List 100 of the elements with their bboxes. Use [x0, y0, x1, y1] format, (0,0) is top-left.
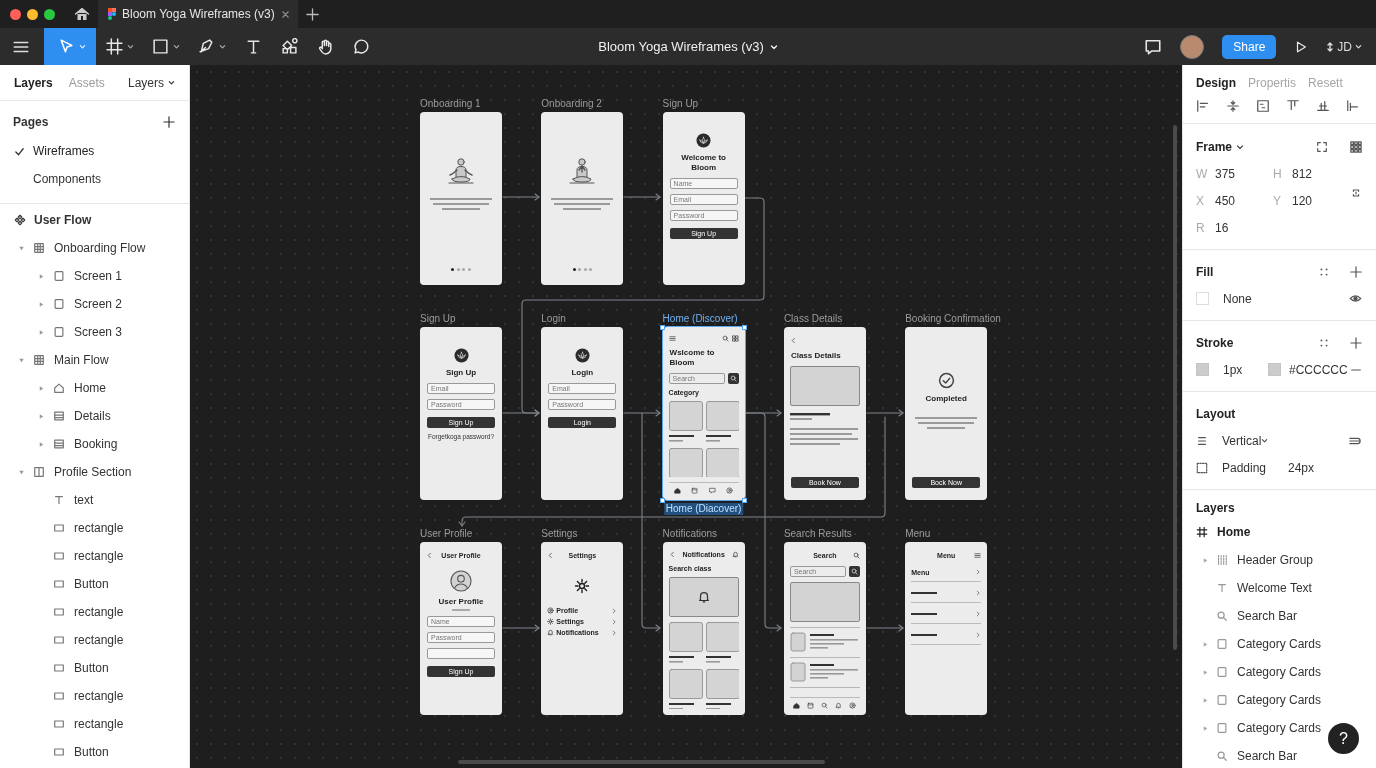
property-value: 120: [1292, 193, 1313, 208]
plus-icon[interactable]: [1350, 336, 1362, 349]
color-swatch[interactable]: [1268, 363, 1281, 376]
section-title: Stroke: [1196, 335, 1234, 350]
chevron-icon: [975, 632, 982, 638]
caret-icon[interactable]: [769, 42, 778, 51]
caret-icon[interactable]: [1261, 437, 1269, 444]
layer-row[interactable]: Button: [0, 570, 189, 598]
layer-row[interactable]: Search Bar: [1196, 742, 1298, 768]
property-field[interactable]: X 450: [1196, 187, 1273, 214]
eye-icon[interactable]: [1349, 292, 1362, 305]
layer-row[interactable]: Button: [0, 738, 189, 766]
layer-row[interactable]: rectangle: [0, 626, 189, 654]
layer-row[interactable]: rectangle: [0, 542, 189, 570]
frame-label[interactable]: Settings: [541, 528, 578, 540]
align-icon[interactable]: [1286, 99, 1300, 113]
layer-row[interactable]: rectangle: [0, 598, 189, 626]
resize-handle[interactable]: [660, 324, 666, 330]
page-item[interactable]: Wireframes: [0, 137, 189, 165]
frame-label[interactable]: Booking Confirmation: [905, 313, 1001, 325]
close-icon[interactable]: [280, 9, 290, 19]
layer-row[interactable]: Booking: [0, 430, 189, 458]
align-icon[interactable]: [1346, 99, 1360, 113]
settings-icon: [574, 578, 591, 594]
layer-row[interactable]: Welcome Text: [1196, 574, 1312, 602]
layer-row[interactable]: Main Flow: [0, 346, 189, 374]
layer-name: Main Flow: [54, 353, 109, 367]
play-icon[interactable]: [1294, 39, 1309, 54]
constrain-icon[interactable]: [1350, 187, 1362, 199]
plus-icon[interactable]: [163, 116, 175, 128]
align-icon[interactable]: [1226, 99, 1240, 113]
home-icon[interactable]: [74, 6, 90, 22]
resize-handle[interactable]: [742, 497, 748, 503]
resize-handle[interactable]: [660, 497, 666, 503]
frame-label[interactable]: Sign Up: [662, 98, 699, 110]
layer-row[interactable]: Details: [0, 402, 189, 430]
layer-row[interactable]: Button: [0, 654, 189, 682]
property-field[interactable]: W 375: [1196, 160, 1273, 187]
frame-label[interactable]: Home (Discover): [662, 313, 738, 325]
panel-tab[interactable]: Design: [1196, 75, 1236, 90]
layer-row[interactable]: text: [0, 486, 189, 514]
property-label: Padding: [1222, 460, 1268, 475]
frame-label[interactable]: Onboarding 2: [541, 98, 602, 110]
page-item[interactable]: Components: [0, 165, 189, 193]
frame-label[interactable]: Onboarding 1: [420, 98, 481, 110]
frame-label[interactable]: User Profile: [420, 528, 473, 540]
layer-row[interactable]: Screen 3: [0, 318, 189, 346]
window-control[interactable]: [27, 8, 38, 20]
comment-icon[interactable]: [1144, 37, 1163, 56]
plus-icon[interactable]: [305, 7, 319, 21]
frame-label[interactable]: Login: [541, 313, 566, 325]
user-avatar[interactable]: [1180, 34, 1205, 59]
document-tab[interactable]: Bloom Yoga Wireframes (v3): [98, 0, 298, 28]
resize-handle[interactable]: [742, 324, 748, 330]
user-menu[interactable]: JD: [1326, 39, 1362, 54]
layer-row[interactable]: Profile Section: [0, 458, 189, 486]
layer-row[interactable]: Onboarding Flow: [0, 234, 189, 262]
layer-row[interactable]: Home: [0, 374, 189, 402]
layer-row[interactable]: rectangle: [0, 710, 189, 738]
align-icon[interactable]: [1256, 99, 1270, 113]
property-field[interactable]: R 16: [1196, 214, 1273, 241]
frame-label[interactable]: Sign Up: [420, 313, 456, 325]
layers-dropdown[interactable]: Layers: [127, 75, 175, 90]
window-control[interactable]: [10, 8, 21, 20]
frame-icon[interactable]: [1316, 140, 1328, 153]
layer-row[interactable]: User Flow: [0, 206, 189, 234]
help-button[interactable]: ?: [1328, 723, 1359, 754]
property-field[interactable]: H 812: [1273, 160, 1350, 187]
layer-row[interactable]: Category Cards: [1196, 686, 1322, 714]
layout-direction[interactable]: Vertical: [1222, 433, 1262, 448]
layer-row[interactable]: Category Cards: [1196, 630, 1322, 658]
window-control[interactable]: [44, 8, 55, 20]
property-field[interactable]: Y 120: [1273, 187, 1350, 214]
color-swatch[interactable]: [1196, 292, 1209, 305]
caret-icon[interactable]: [1236, 142, 1245, 151]
scrollbar[interactable]: [458, 760, 825, 764]
frame-label[interactable]: Class Details: [783, 313, 843, 325]
check-icon: [937, 372, 955, 389]
layer-name: Screen 3: [74, 325, 123, 339]
panel-tab[interactable]: Layers: [14, 75, 53, 90]
plus-icon[interactable]: [1350, 265, 1362, 278]
layer-row[interactable]: Screen 2: [0, 290, 189, 318]
layer-name[interactable]: Home: [1217, 525, 1251, 539]
frame-label[interactable]: Search Results: [783, 528, 852, 540]
grid-icon[interactable]: [1350, 140, 1362, 153]
frame-label[interactable]: Menu: [905, 528, 931, 540]
layer-name: Profile Section: [54, 465, 132, 479]
wireframe-screen[interactable]: [541, 112, 624, 285]
layer-row[interactable]: rectangle: [0, 514, 189, 542]
align-icon[interactable]: [1316, 99, 1330, 113]
frame-label[interactable]: Notifications: [662, 528, 718, 540]
layer-row[interactable]: Screen 1: [0, 262, 189, 290]
layer-row[interactable]: rectangle: [0, 682, 189, 710]
layer-row[interactable]: Category Cards: [1196, 658, 1322, 686]
layer-row[interactable]: Category Cards: [1196, 714, 1322, 742]
layer-row[interactable]: Header Group: [1196, 546, 1314, 574]
color-swatch[interactable]: [1196, 363, 1209, 376]
align-icon[interactable]: [1196, 99, 1210, 113]
layer-row[interactable]: Search Bar: [1196, 602, 1298, 630]
scrollbar[interactable]: [1173, 125, 1177, 650]
